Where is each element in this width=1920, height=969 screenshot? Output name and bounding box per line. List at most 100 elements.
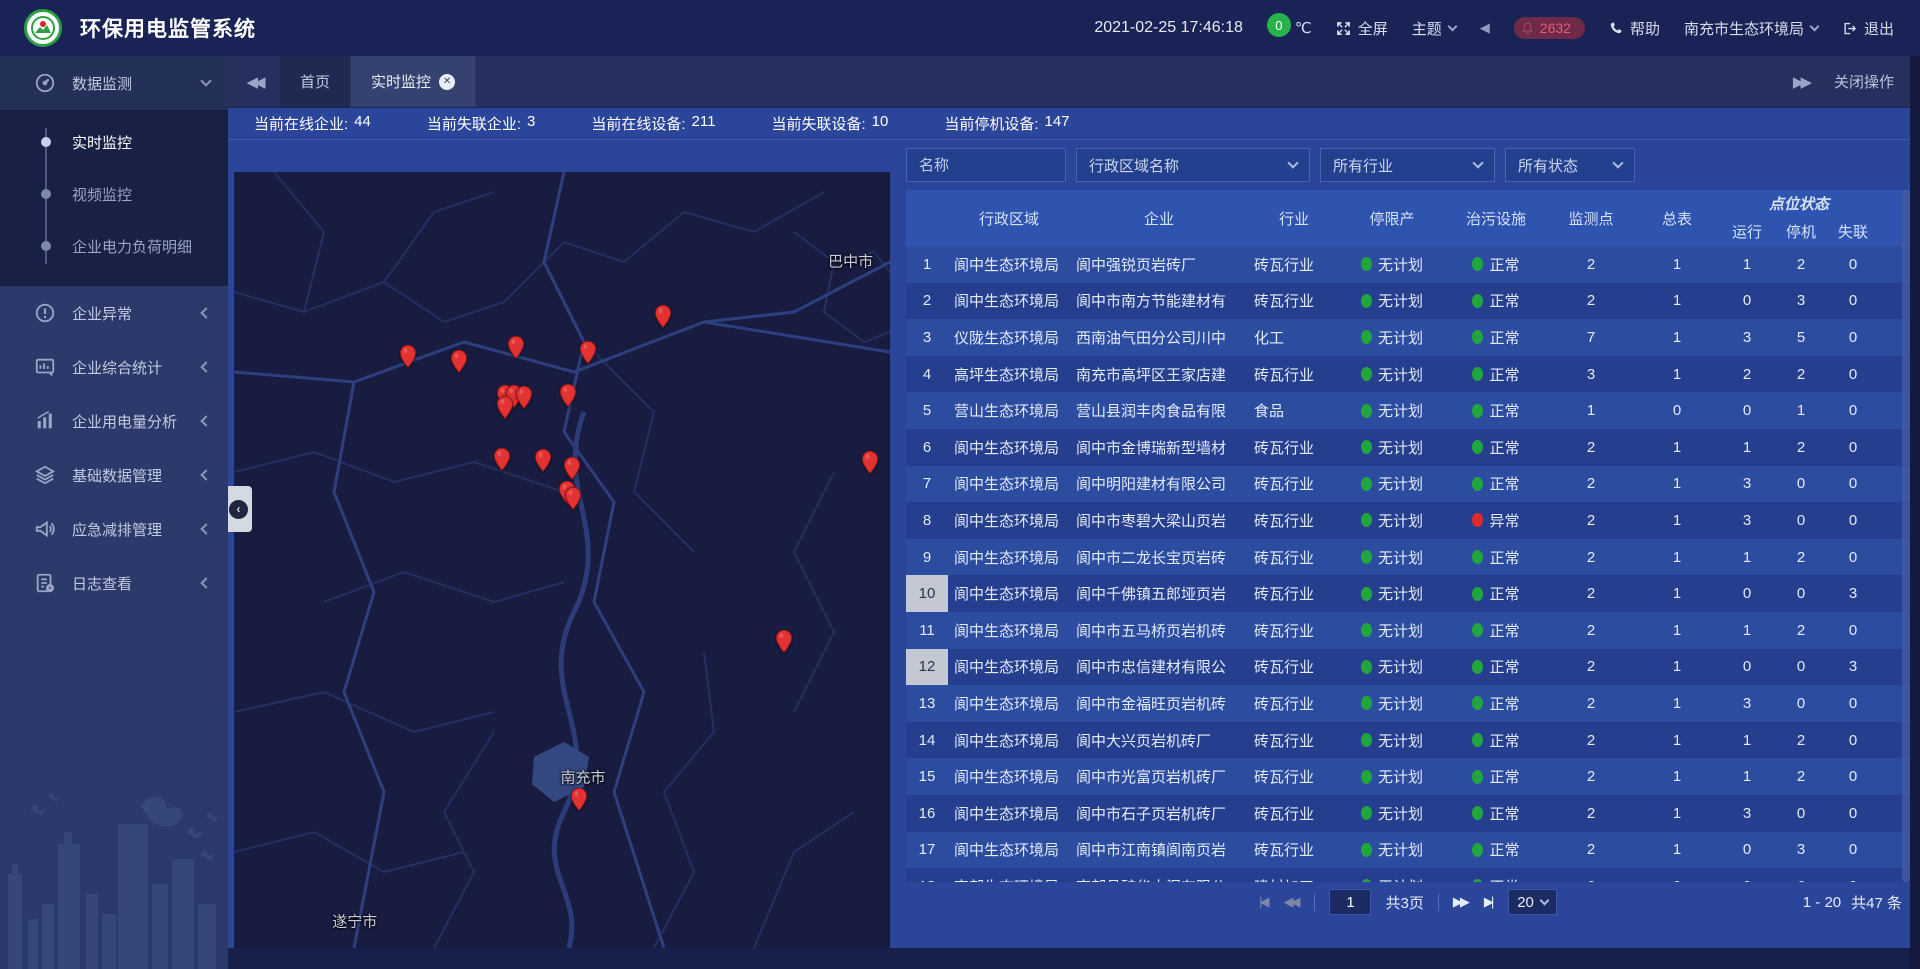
- status-select[interactable]: 所有状态: [1505, 148, 1635, 182]
- map-pin-icon[interactable]: [563, 456, 581, 481]
- cell-stopped: 2: [1774, 758, 1828, 795]
- map-pin-icon[interactable]: [775, 629, 793, 654]
- status-dot: [1361, 733, 1372, 747]
- cell-industry: 化工: [1248, 319, 1340, 356]
- sidebar-item-power-load-detail[interactable]: 企业电力负荷明细: [0, 220, 228, 272]
- table-row[interactable]: 15 阆中生态环境局 阆中市光富页岩机砖厂 砖瓦行业 无计划 正常 2 1 1 …: [906, 758, 1910, 795]
- table-row[interactable]: 16 阆中生态环境局 阆中市石子页岩机砖厂 砖瓦行业 无计划 正常 2 1 3 …: [906, 795, 1910, 832]
- name-search-input[interactable]: [906, 148, 1066, 182]
- table-row[interactable]: 2 阆中生态环境局 阆中市南方节能建材有 砖瓦行业 无计划 正常 2 1 0 3…: [906, 283, 1910, 320]
- cell-offline: 0: [1828, 283, 1878, 320]
- mute-speaker-icon[interactable]: ◀: [1480, 20, 1490, 36]
- notification-badge[interactable]: 2632: [1514, 17, 1585, 39]
- org-dropdown[interactable]: 南充市生态环境局: [1684, 18, 1818, 39]
- sidebar-collapse-toggle[interactable]: ‹: [225, 486, 252, 532]
- table-row[interactable]: 9 阆中生态环境局 阆中市二龙长宝页岩砖 砖瓦行业 无计划 正常 2 1 1 2…: [906, 539, 1910, 576]
- region-select[interactable]: 行政区域名称: [1076, 148, 1310, 182]
- first-page-icon[interactable]: |◀: [1259, 894, 1269, 910]
- cell-offline: 0: [1828, 429, 1878, 466]
- sidebar-item-power-analysis[interactable]: 企业用电量分析: [0, 394, 228, 448]
- last-page-icon[interactable]: ▶|: [1484, 894, 1494, 910]
- map-pin-icon[interactable]: [450, 349, 468, 374]
- sidebar-item-video-monitor[interactable]: 视频监控: [0, 168, 228, 220]
- status-dot: [1361, 513, 1372, 527]
- page-number-input[interactable]: [1329, 889, 1371, 915]
- table-row[interactable]: 4 高坪生态环境局 南充市高坪区王家店建 砖瓦行业 无计划 正常 3 1 2 2…: [906, 356, 1910, 393]
- table-row[interactable]: 1 阆中生态环境局 阆中强锐页岩砖厂 砖瓦行业 无计划 正常 2 1 1 2 0: [906, 246, 1910, 283]
- map-pin-icon[interactable]: [493, 447, 511, 472]
- stat-item: 当前在线设备: 211: [591, 113, 715, 134]
- table-row[interactable]: 18 南部生态环境局 南部县矿华水泥有限公 建材加工 无计划 正常 6 0 0 …: [906, 868, 1910, 882]
- cell-industry: 砖瓦行业: [1248, 429, 1340, 466]
- theme-dropdown[interactable]: 主题: [1412, 18, 1456, 39]
- cell-stopped: 6: [1774, 868, 1828, 882]
- map-pin-icon[interactable]: [399, 344, 417, 369]
- logout-button[interactable]: 退出: [1842, 18, 1894, 39]
- page-scrollbar[interactable]: [1910, 56, 1920, 969]
- sidebar-item-log-view[interactable]: 日志查看: [0, 556, 228, 610]
- table-row[interactable]: 10 阆中生态环境局 阆中千佛镇五郎垭页岩 砖瓦行业 无计划 正常 2 1 0 …: [906, 575, 1910, 612]
- map-pin-icon[interactable]: [496, 395, 514, 420]
- map-pin-icon[interactable]: [564, 486, 582, 511]
- table-row[interactable]: 6 阆中生态环境局 阆中市金博瑞新型墙材 砖瓦行业 无计划 正常 2 1 1 2…: [906, 429, 1910, 466]
- cell-total-meters: 1: [1634, 832, 1720, 869]
- tabs-scroll-left-icon[interactable]: ◀◀: [228, 56, 280, 107]
- tab-home[interactable]: 首页: [280, 56, 351, 107]
- industry-select[interactable]: 所有行业: [1320, 148, 1495, 182]
- tabs-scroll-right-icon[interactable]: ▶▶: [1793, 73, 1808, 91]
- prev-page-icon[interactable]: ◀◀: [1283, 894, 1300, 910]
- tab-realtime-monitor[interactable]: 实时监控 ✕: [351, 56, 476, 107]
- sidebar-item-emergency-reduction[interactable]: 应急减排管理: [0, 502, 228, 556]
- table-row[interactable]: 8 阆中生态环境局 阆中市枣碧大梁山页岩 砖瓦行业 无计划 异常 2 1 3 0…: [906, 502, 1910, 539]
- cell-industry: 砖瓦行业: [1248, 575, 1340, 612]
- cell-region: 阆中生态环境局: [948, 429, 1070, 466]
- cell-company: 阆中大兴页岩机砖厂: [1070, 722, 1248, 759]
- map-pin-icon[interactable]: [654, 304, 672, 329]
- map-pin-icon[interactable]: [534, 448, 552, 473]
- sidebar-item-enterprise-statistics[interactable]: 企业综合统计: [0, 340, 228, 394]
- stat-label: 当前在线企业:: [254, 113, 348, 134]
- sidebar-item-base-data[interactable]: 基础数据管理: [0, 448, 228, 502]
- map-pin-icon[interactable]: [570, 787, 588, 812]
- table-row[interactable]: 14 阆中生态环境局 阆中大兴页岩机砖厂 砖瓦行业 无计划 正常 2 1 1 2…: [906, 722, 1910, 759]
- cell-region: 阆中生态环境局: [948, 575, 1070, 612]
- sidebar-item-enterprise-abnormal[interactable]: 企业异常: [0, 286, 228, 340]
- help-button[interactable]: 帮助: [1609, 18, 1660, 39]
- table-row[interactable]: 11 阆中生态环境局 阆中市五马桥页岩机砖 砖瓦行业 无计划 正常 2 1 1 …: [906, 612, 1910, 649]
- map-panel[interactable]: 巴中市南充市遂宁市: [234, 172, 890, 948]
- table-row[interactable]: 17 阆中生态环境局 阆中市江南镇阆南页岩 砖瓦行业 无计划 正常 2 1 0 …: [906, 832, 1910, 869]
- next-page-icon[interactable]: ▶▶: [1453, 894, 1470, 910]
- map-pin-icon[interactable]: [559, 383, 577, 408]
- status-dot: [1472, 550, 1483, 564]
- close-icon[interactable]: ✕: [439, 74, 455, 90]
- sidebar-submenu: 实时监控 视频监控 企业电力负荷明细: [0, 110, 228, 286]
- table-row[interactable]: 3 仪陇生态环境局 西南油气田分公司川中 化工 无计划 正常 7 1 3 5 0: [906, 319, 1910, 356]
- cell-index: 3: [906, 319, 948, 356]
- chevron-down-icon: [1539, 896, 1549, 906]
- cell-pollution-facility: 正常: [1444, 539, 1548, 576]
- close-operations-button[interactable]: 关闭操作: [1834, 71, 1894, 92]
- map-pin-icon[interactable]: [579, 340, 597, 365]
- stat-value: 10: [872, 113, 889, 134]
- table-row[interactable]: 13 阆中生态环境局 阆中市金福旺页岩机砖 砖瓦行业 无计划 正常 2 1 3 …: [906, 685, 1910, 722]
- map-pin-icon[interactable]: [861, 450, 879, 475]
- map-pin-icon[interactable]: [515, 385, 533, 410]
- page-size-select[interactable]: 20: [1508, 889, 1557, 915]
- stat-label: 当前失联企业:: [427, 113, 521, 134]
- table-scrollbar[interactable]: [1902, 190, 1910, 882]
- cell-industry: 砖瓦行业: [1248, 356, 1340, 393]
- sidebar: 数据监测 实时监控 视频监控 企业电力负荷明细 企业异常 企业综合统计 企业用电…: [0, 56, 228, 969]
- cell-pollution-facility: 正常: [1444, 466, 1548, 503]
- fullscreen-button[interactable]: 全屏: [1336, 18, 1388, 39]
- sidebar-item-realtime-monitor[interactable]: 实时监控: [0, 116, 228, 168]
- table-row[interactable]: 7 阆中生态环境局 阆中明阳建材有限公司 砖瓦行业 无计划 正常 2 1 3 0…: [906, 466, 1910, 503]
- table-row[interactable]: 12 阆中生态环境局 阆中市忠信建材有限公 砖瓦行业 无计划 正常 2 1 0 …: [906, 649, 1910, 686]
- cell-region: 阆中生态环境局: [948, 685, 1070, 722]
- cell-industry: 砖瓦行业: [1248, 685, 1340, 722]
- cell-total-meters: 1: [1634, 319, 1720, 356]
- table-row[interactable]: 5 营山生态环境局 营山县润丰肉食品有限 食品 无计划 正常 1 0 0 1 0: [906, 392, 1910, 429]
- cell-offline: 0: [1828, 502, 1878, 539]
- cell-total-meters: 1: [1634, 685, 1720, 722]
- map-pin-icon[interactable]: [507, 335, 525, 360]
- sidebar-item-data-monitor[interactable]: 数据监测: [0, 56, 228, 110]
